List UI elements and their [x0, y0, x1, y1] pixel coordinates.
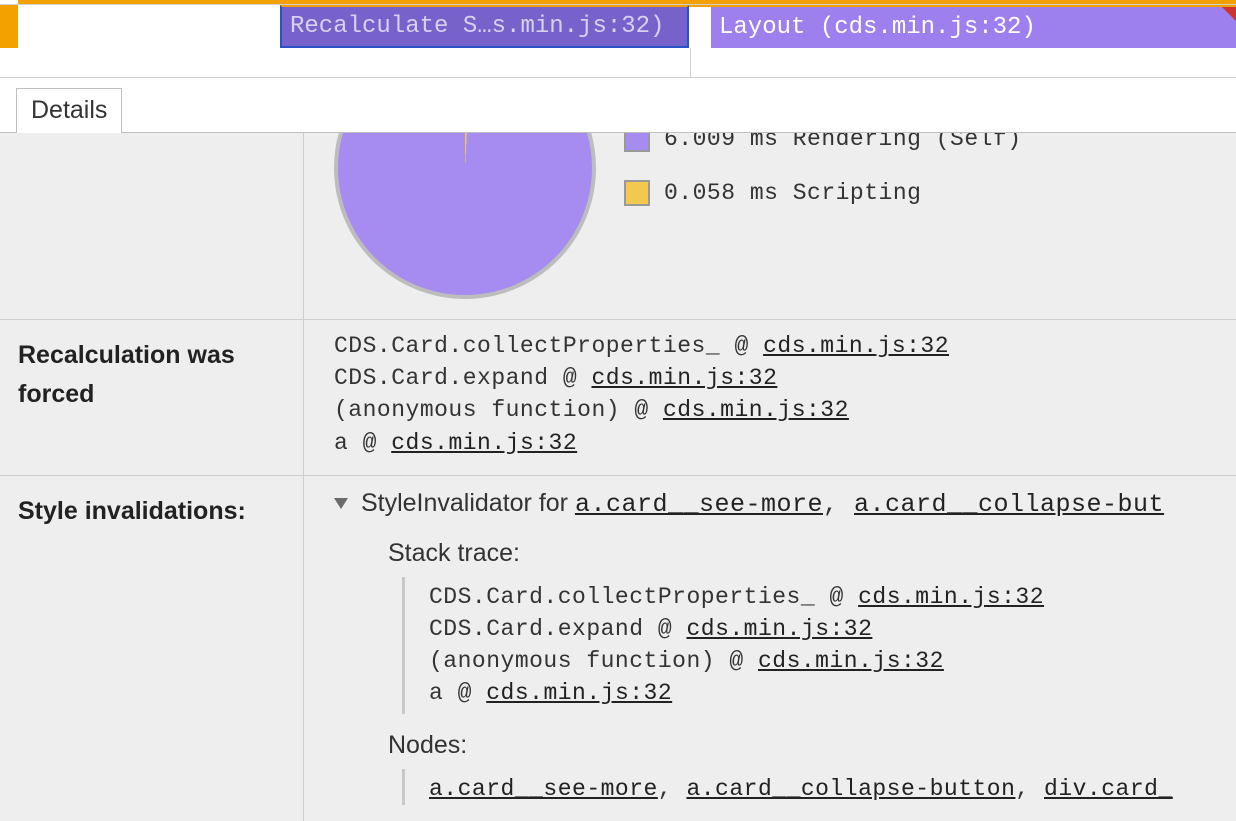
stack-frame: CDS.Card.expand @ cds.min.js:32 — [334, 362, 1236, 394]
details-panel: 6.009 ms Rendering (Self) 0.058 ms Scrip… — [0, 133, 1236, 821]
node-link[interactable]: a.card__see-more — [575, 490, 823, 519]
row-aggregated-time: 6.009 ms Rendering (Self) 0.058 ms Scrip… — [0, 133, 1236, 320]
source-link[interactable]: cds.min.js:32 — [486, 680, 672, 706]
tab-label: Details — [31, 96, 107, 124]
node-link[interactable]: a.card__see-more — [429, 776, 658, 802]
swatch-rendering — [624, 133, 650, 152]
flame-block-layout[interactable]: Layout (cds.min.js:32) — [711, 5, 1236, 48]
row-label: Recalculation was forced — [0, 320, 304, 475]
row-label: Style invalidations: — [0, 476, 304, 821]
pie-legend: 6.009 ms Rendering (Self) 0.058 ms Scrip… — [596, 133, 1022, 303]
pie-chart — [334, 133, 596, 303]
flame-block-recalculate-style[interactable]: Recalculate S…s.min.js:32) — [280, 5, 689, 48]
nodes-label: Nodes: — [388, 728, 1236, 763]
style-invalidator-header[interactable]: StyleInvalidator for a.card__see-more, a… — [334, 486, 1236, 522]
stack-frame: a @ cds.min.js:32 — [334, 427, 1236, 459]
flame-chart-row[interactable]: Recalculate S…s.min.js:32) Layout (cds.m… — [0, 4, 1236, 48]
stack-frame: a @ cds.min.js:32 — [429, 677, 1236, 709]
source-link[interactable]: cds.min.js:32 — [763, 333, 949, 359]
invalidated-nodes: a.card__see-more, a.card__collapse-butto… — [402, 769, 1236, 805]
stack-trace: CDS.Card.collectProperties_ @ cds.min.js… — [402, 577, 1236, 714]
stack-frame: CDS.Card.collectProperties_ @ cds.min.js… — [429, 581, 1236, 613]
disclosure-triangle-icon[interactable] — [334, 498, 348, 509]
swatch-scripting — [624, 180, 650, 206]
node-link[interactable]: a.card__collapse-button — [686, 776, 1015, 802]
legend-text: 6.009 ms Rendering (Self) — [664, 133, 1022, 155]
source-link[interactable]: cds.min.js:32 — [591, 365, 777, 391]
row-label-empty — [0, 133, 304, 319]
source-link[interactable]: cds.min.js:32 — [758, 648, 944, 674]
stack-trace-label: Stack trace: — [388, 536, 1236, 571]
legend-item-rendering: 6.009 ms Rendering (Self) — [624, 133, 1022, 155]
tab-details[interactable]: Details — [16, 88, 122, 133]
node-link[interactable]: a.card__collapse-but — [854, 490, 1164, 519]
flame-divider — [0, 48, 1236, 78]
source-link[interactable]: cds.min.js:32 — [391, 430, 577, 456]
flame-block-label: Recalculate S…s.min.js:32) — [290, 13, 664, 40]
source-link[interactable]: cds.min.js:32 — [663, 397, 849, 423]
source-link[interactable]: cds.min.js:32 — [858, 584, 1044, 610]
stack-frame: (anonymous function) @ cds.min.js:32 — [334, 394, 1236, 426]
flame-block-label: Layout (cds.min.js:32) — [719, 14, 1036, 41]
row-style-invalidations: Style invalidations: StyleInvalidator fo… — [0, 476, 1236, 821]
row-value-style-invalidations: StyleInvalidator for a.card__see-more, a… — [304, 476, 1236, 821]
row-value-stack: CDS.Card.collectProperties_ @ cds.min.js… — [304, 320, 1236, 475]
stack-frame: (anonymous function) @ cds.min.js:32 — [429, 645, 1236, 677]
row-recalculation-forced: Recalculation was forced CDS.Card.collec… — [0, 320, 1236, 476]
flame-scripting-sliver — [0, 5, 18, 48]
legend-item-scripting: 0.058 ms Scripting — [624, 177, 1022, 209]
legend-text: 0.058 ms Scripting — [664, 177, 921, 209]
stack-frame: CDS.Card.collectProperties_ @ cds.min.js… — [334, 330, 1236, 362]
source-link[interactable]: cds.min.js:32 — [686, 616, 872, 642]
stack-frame: CDS.Card.expand @ cds.min.js:32 — [429, 613, 1236, 645]
node-link[interactable]: div.card_ — [1044, 776, 1173, 802]
details-tabbar: Details — [0, 78, 1236, 133]
